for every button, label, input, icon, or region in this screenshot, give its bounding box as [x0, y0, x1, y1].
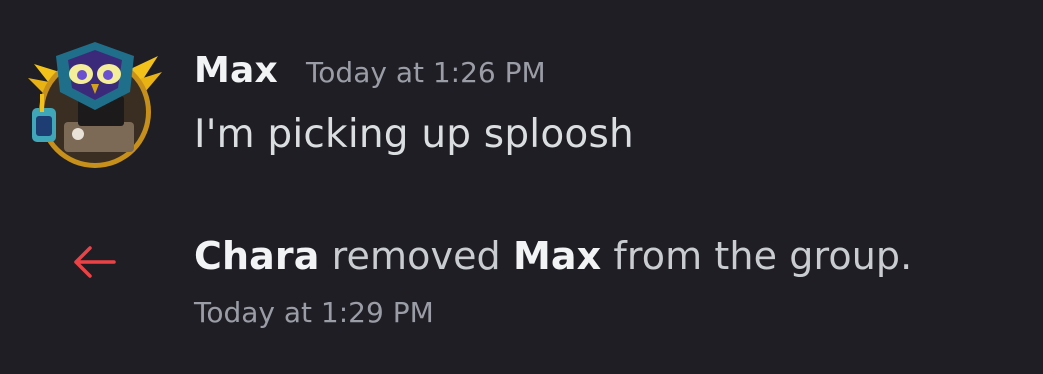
- suffix-text: from the group.: [601, 234, 913, 278]
- chat-log: Max Today at 1:26 PM I'm picking up splo…: [0, 0, 1043, 374]
- message-header: Max Today at 1:26 PM: [194, 50, 546, 98]
- actor-username[interactable]: Chara: [194, 234, 319, 278]
- arrow-left-icon: [70, 244, 118, 280]
- chat-message: Max Today at 1:26 PM I'm picking up splo…: [0, 0, 1043, 180]
- username[interactable]: Max: [194, 50, 278, 91]
- action-text: removed: [319, 234, 513, 278]
- system-message-member-removed: Chara removed Max from the group. Today …: [0, 200, 1043, 350]
- message-timestamp: Today at 1:26 PM: [305, 56, 546, 89]
- system-message-text: Chara removed Max from the group.: [194, 234, 912, 278]
- target-username[interactable]: Max: [513, 234, 601, 278]
- owl-mascot-avatar-image: [28, 42, 162, 168]
- system-message-timestamp: Today at 1:29 PM: [194, 296, 434, 329]
- avatar[interactable]: [26, 34, 164, 172]
- message-content: I'm picking up sploosh: [194, 112, 634, 157]
